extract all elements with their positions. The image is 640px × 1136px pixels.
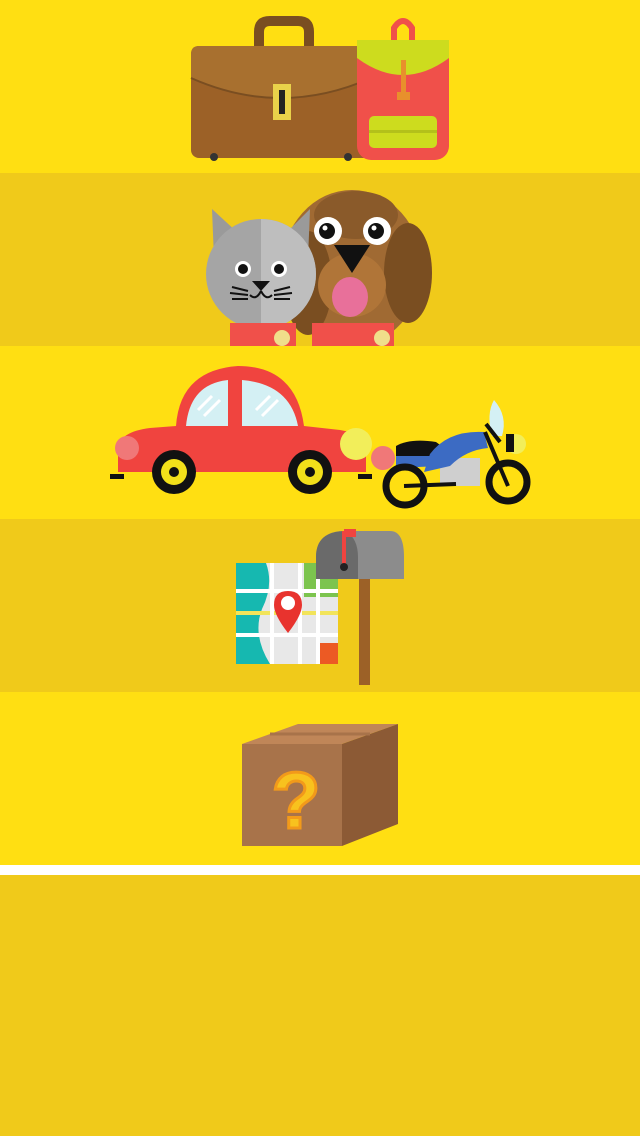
category-row-pets[interactable] bbox=[0, 173, 640, 346]
empty-area bbox=[0, 875, 640, 1136]
backpack-icon bbox=[357, 18, 449, 160]
question-mark-label: ? bbox=[272, 756, 321, 845]
category-row-address[interactable] bbox=[0, 519, 640, 692]
category-row-vehicles[interactable] bbox=[0, 346, 640, 519]
category-list: ? bbox=[0, 0, 640, 1136]
category-row-luggage[interactable] bbox=[0, 0, 640, 173]
mystery-box-icon: ? bbox=[242, 724, 398, 847]
category-row-other[interactable]: ? bbox=[0, 692, 640, 865]
